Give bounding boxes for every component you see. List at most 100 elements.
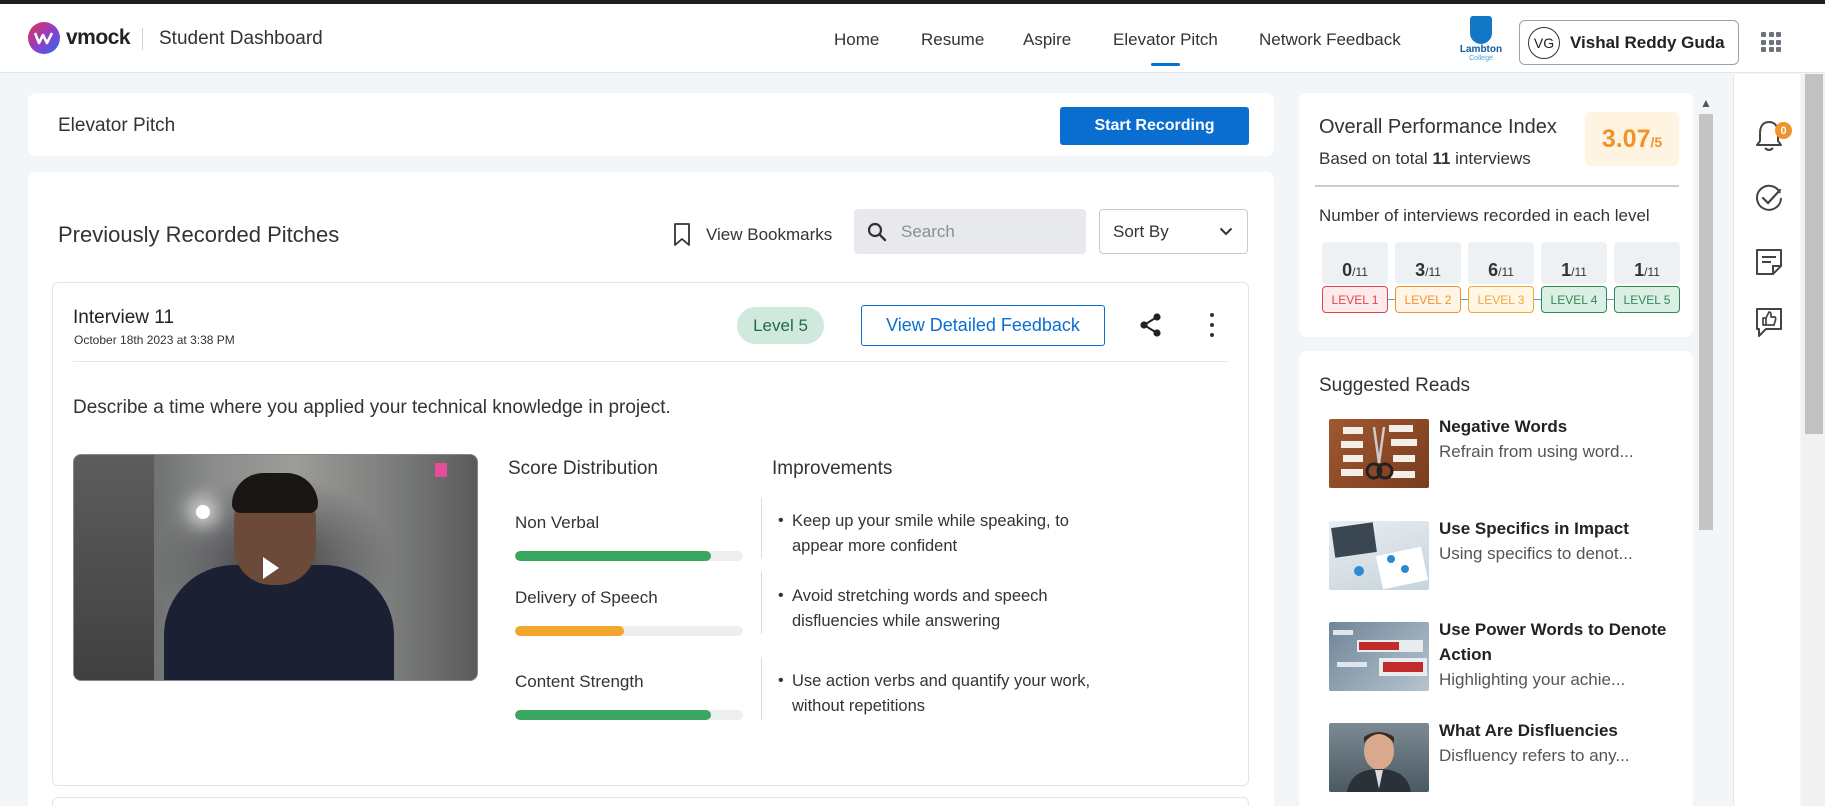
vmock-logo[interactable]: vmock <box>28 22 131 54</box>
scroll-up-icon[interactable]: ▲ <box>1700 96 1712 110</box>
read-title-negative-words[interactable]: Negative Words <box>1439 414 1679 439</box>
nav-home[interactable]: Home <box>834 30 879 50</box>
level-total: /11 <box>1498 265 1514 279</box>
bookmark-icon <box>674 223 690 246</box>
score-distribution-title: Score Distribution <box>508 458 658 479</box>
level-tag: LEVEL 1 <box>1322 286 1388 313</box>
shield-icon <box>1470 16 1492 44</box>
level-tag: LEVEL 4 <box>1541 286 1607 313</box>
search-icon <box>867 222 887 241</box>
read-title-power-words[interactable]: Use Power Words to Denote Action <box>1439 617 1679 667</box>
view-bookmarks-label: View Bookmarks <box>706 225 833 244</box>
share-icon[interactable] <box>1138 312 1164 338</box>
interview-title: Interview 11 <box>73 307 175 328</box>
metric-label-non-verbal: Non Verbal <box>515 513 600 532</box>
thumbs-up-chat-icon[interactable] <box>1754 305 1784 339</box>
level-tag: LEVEL 2 <box>1395 286 1461 313</box>
level-tag: LEVEL 5 <box>1614 286 1680 313</box>
interview-question: Describe a time where you applied your t… <box>73 397 671 418</box>
score-max: /5 <box>1650 134 1663 150</box>
interview-date: October 18th 2023 at 3:38 PM <box>74 333 235 347</box>
nav-aspire[interactable]: Aspire <box>1023 30 1071 50</box>
nav-resume[interactable]: Resume <box>921 30 984 50</box>
level-count: 1/11 <box>1561 260 1587 280</box>
level-count-box: 6/11 <box>1468 242 1534 284</box>
page-title: Elevator Pitch <box>58 115 176 136</box>
page-scroll-thumb[interactable] <box>1805 74 1823 434</box>
read-thumbnail-use-specifics[interactable] <box>1329 521 1429 590</box>
start-recording-button[interactable]: Start Recording <box>1060 107 1249 145</box>
performance-subtitle: Based on total 11 interviews <box>1319 149 1531 169</box>
read-thumbnail-negative-words[interactable] <box>1329 419 1429 488</box>
header: vmock Student Dashboard Home Resume Aspi… <box>0 4 1825 73</box>
metric-bar-delivery-of-speech <box>515 626 743 636</box>
improvement-content-strength: Use action verbs and quantify your work,… <box>792 672 1091 715</box>
institution-name: Lambton <box>1459 44 1503 55</box>
level-badge: Level 5 <box>737 307 824 344</box>
section-title: Previously Recorded Pitches <box>58 222 340 247</box>
play-icon[interactable] <box>263 557 279 579</box>
level-count: 0/11 <box>1342 260 1368 280</box>
level-count: 3/11 <box>1415 260 1441 280</box>
interview-count: 11 <box>1432 149 1451 168</box>
next-interview-card <box>52 797 1249 806</box>
read-thumbnail-power-words[interactable] <box>1329 622 1429 691</box>
search-input[interactable] <box>901 221 1061 242</box>
read-desc-negative-words: Refrain from using word... <box>1439 442 1634 461</box>
level-count-box: 0/11 <box>1322 242 1388 284</box>
suggested-reads-title: Suggested Reads <box>1319 375 1471 396</box>
metric-bar-content-strength <box>515 710 743 720</box>
avatar: VG <box>1528 26 1560 59</box>
read-desc-disfluencies: Disfluency refers to any... <box>1439 746 1630 765</box>
sort-by-label: Sort By <box>1113 221 1169 241</box>
performance-title: Overall Performance Index <box>1319 116 1557 138</box>
active-nav-indicator <box>1151 63 1180 66</box>
improvement-non-verbal: Keep up your smile while speaking, to ap… <box>792 512 1069 555</box>
view-bookmarks-link[interactable]: View Bookmarks <box>672 222 832 248</box>
score-value: 3.07 <box>1601 125 1651 153</box>
side-panel-scroll-thumb[interactable] <box>1699 114 1713 530</box>
user-menu-button[interactable]: VG Vishal Reddy Guda <box>1519 20 1739 65</box>
subtitle-prefix: Based on total <box>1319 149 1428 168</box>
subtitle-suffix: interviews <box>1455 149 1531 168</box>
improvement-delivery-of-speech: Avoid stretching words and speech disflu… <box>792 587 1048 630</box>
read-title-disfluencies[interactable]: What Are Disfluencies <box>1439 718 1679 743</box>
sort-by-dropdown[interactable]: Sort By <box>1099 209 1248 254</box>
nav-elevator-pitch[interactable]: Elevator Pitch <box>1113 30 1218 50</box>
interview-divider <box>73 361 1228 362</box>
institution-logo: Lambton College <box>1458 16 1504 64</box>
view-detailed-feedback-button[interactable]: View Detailed Feedback <box>861 305 1105 346</box>
notes-icon[interactable] <box>1754 247 1784 277</box>
chevron-down-icon <box>1219 227 1233 236</box>
search-box[interactable] <box>854 209 1086 254</box>
level-total: /11 <box>1352 265 1368 279</box>
level-count: 6/11 <box>1488 260 1514 280</box>
performance-score: 3.07 /5 <box>1585 112 1679 166</box>
brand-name: vmock <box>66 26 131 49</box>
level-count-box: 3/11 <box>1395 242 1461 284</box>
metric-label-delivery-of-speech: Delivery of Speech <box>515 588 658 607</box>
metric-bar-non-verbal <box>515 551 743 561</box>
improvements-title: Improvements <box>772 458 893 479</box>
apps-grid-icon[interactable] <box>1761 32 1781 52</box>
levels-title: Number of interviews recorded in each le… <box>1319 206 1650 225</box>
user-name: Vishal Reddy Guda <box>1570 32 1725 52</box>
read-thumbnail-disfluencies[interactable] <box>1329 723 1429 792</box>
read-desc-power-words: Highlighting your achie... <box>1439 670 1626 689</box>
performance-divider <box>1315 185 1679 187</box>
read-desc-use-specifics: Using specifics to denot... <box>1439 544 1633 563</box>
level-total: /11 <box>1425 265 1441 279</box>
nav-network-feedback[interactable]: Network Feedback <box>1259 30 1401 50</box>
notification-count-badge: 0 <box>1775 122 1792 139</box>
dashboard-title: Student Dashboard <box>159 28 323 49</box>
header-divider <box>142 28 143 50</box>
metric-label-content-strength: Content Strength <box>515 672 644 691</box>
check-circle-icon[interactable] <box>1754 183 1784 213</box>
level-count-box: 1/11 <box>1541 242 1607 284</box>
kebab-menu-icon[interactable] <box>1207 313 1217 337</box>
level-count-box: 1/11 <box>1614 242 1680 284</box>
level-tag: LEVEL 3 <box>1468 286 1534 313</box>
institution-type: College <box>1469 55 1493 62</box>
level-total: /11 <box>1571 265 1587 279</box>
read-title-use-specifics[interactable]: Use Specifics in Impact <box>1439 516 1679 541</box>
